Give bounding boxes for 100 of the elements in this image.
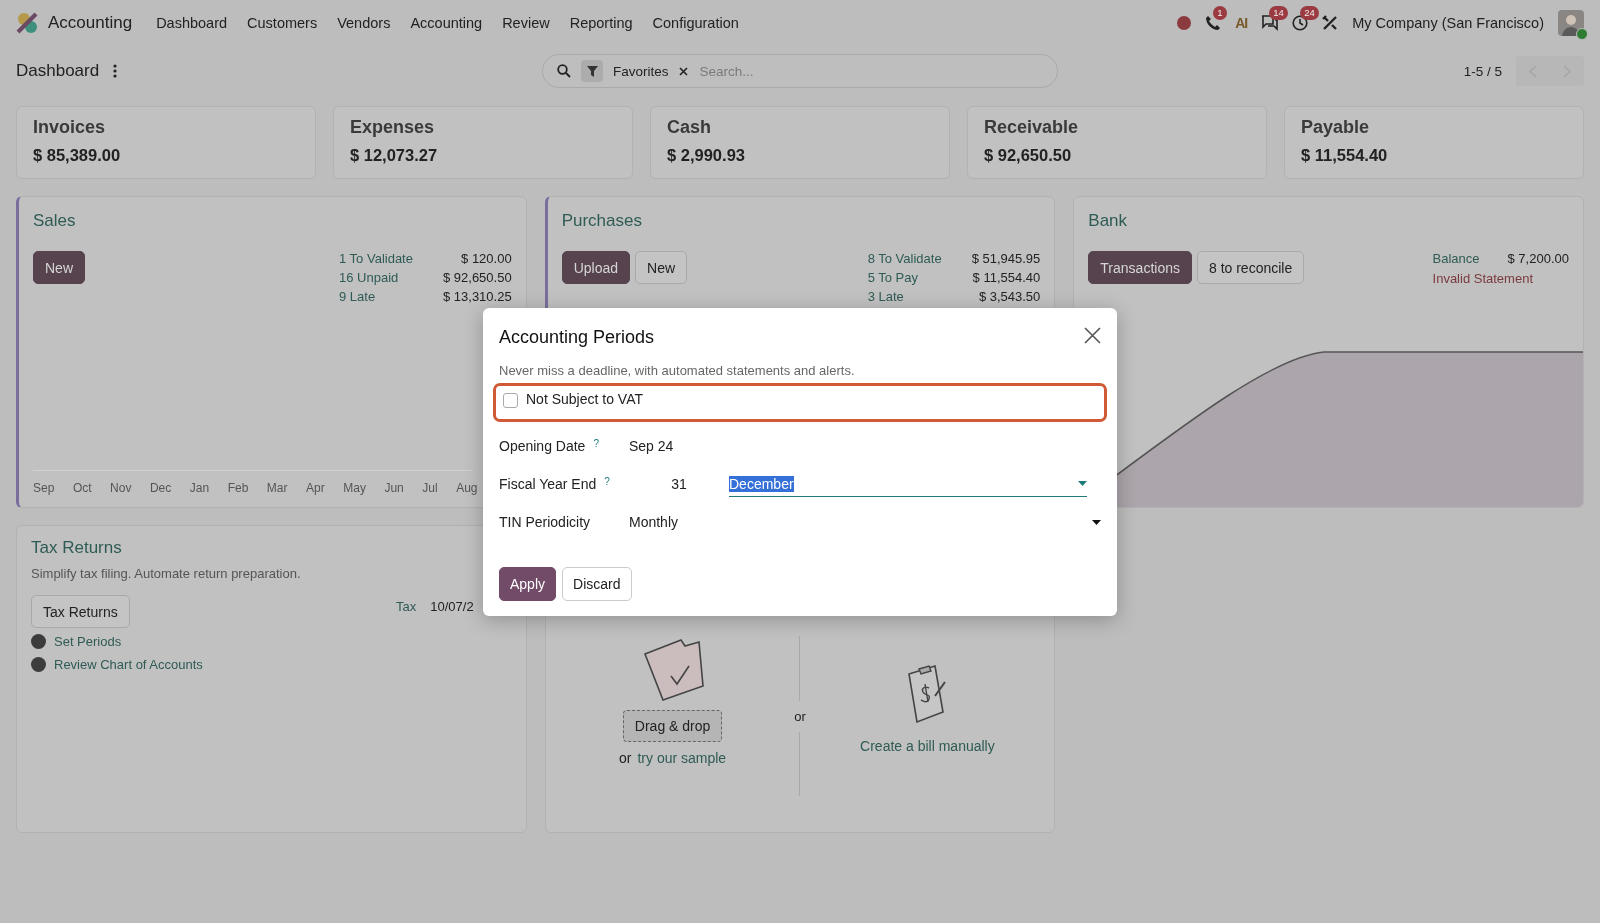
kpi-label: Payable bbox=[1301, 117, 1371, 138]
kpi-value: $ 12,073.27 bbox=[350, 146, 439, 165]
month-label: Oct bbox=[72, 481, 92, 495]
menu-item[interactable]: Dashboard bbox=[156, 15, 228, 31]
stat-link[interactable]: 9 Late bbox=[339, 289, 413, 304]
status-dot bbox=[1576, 28, 1588, 40]
kpi-label: Expenses bbox=[350, 117, 436, 138]
drag-drop-button[interactable]: Drag & drop bbox=[622, 710, 723, 742]
tax-returns-button[interactable]: Tax Returns bbox=[31, 595, 130, 628]
search-bar[interactable]: Favorites Search... bbox=[542, 54, 1058, 88]
opening-date-field[interactable]: Sep 24 bbox=[629, 438, 1101, 454]
stat-amount: $ 13,310.25 bbox=[442, 289, 512, 304]
month-label: Jan bbox=[189, 481, 210, 495]
filter-icon bbox=[586, 65, 598, 77]
kpi-card[interactable]: Payable $ 11,554.40 bbox=[1284, 106, 1584, 179]
help-tooltip[interactable]: ? bbox=[593, 438, 599, 449]
phone-icon[interactable] bbox=[1205, 15, 1222, 31]
vat-checkbox[interactable] bbox=[503, 393, 518, 408]
dialog-description: Never miss a deadline, with automated statements and alerts. bbox=[499, 363, 856, 378]
or-text: or bbox=[794, 700, 806, 732]
menu-item[interactable]: Reporting bbox=[569, 15, 633, 31]
kpi-value: $ 92,650.50 bbox=[984, 146, 1073, 165]
month-label: Aug bbox=[456, 481, 478, 495]
caret-icon bbox=[1078, 481, 1087, 486]
primary-button[interactable]: New bbox=[33, 251, 85, 284]
tax-label[interactable]: Tax bbox=[396, 599, 417, 614]
menu-item[interactable]: Accounting bbox=[410, 15, 483, 31]
stat-amount: $ 51,945.95 bbox=[971, 251, 1041, 266]
balance-link[interactable]: Balance bbox=[1432, 251, 1480, 266]
field-label: Opening Date bbox=[499, 438, 586, 454]
step-link[interactable]: Review Chart of Accounts bbox=[54, 657, 203, 672]
month-label: Jun bbox=[384, 481, 404, 495]
recording-dot-icon[interactable] bbox=[1177, 16, 1192, 30]
stat-amount: $ 120.00 bbox=[460, 251, 512, 266]
tax-date: 10/07/2 bbox=[430, 599, 474, 614]
secondary-button[interactable]: New bbox=[635, 251, 688, 284]
card-subtitle: Simplify tax filing. Automate return preparation. bbox=[31, 566, 302, 581]
clock-icon[interactable] bbox=[1292, 15, 1309, 31]
discard-button[interactable]: Discard bbox=[562, 567, 632, 601]
caret-icon bbox=[1092, 519, 1101, 525]
balance-amount: $ 7,200.00 bbox=[1507, 251, 1569, 266]
stat-link[interactable]: 1 To Validate bbox=[339, 251, 413, 266]
kpi-label: Cash bbox=[667, 117, 712, 138]
menu-item[interactable]: Configuration bbox=[652, 15, 739, 31]
month-label: Sep bbox=[33, 481, 55, 495]
journal-title[interactable]: Purchases bbox=[561, 211, 1041, 231]
month-label: May bbox=[343, 481, 366, 495]
checkbox-label[interactable]: Not Subject to VAT bbox=[526, 391, 643, 407]
warning-link[interactable]: Invalid Statement bbox=[1432, 271, 1569, 286]
kpi-value: $ 11,554.40 bbox=[1301, 146, 1389, 165]
pager-value: 1-5 / 5 bbox=[1463, 63, 1502, 79]
kpi-card[interactable]: Receivable $ 92,650.50 bbox=[967, 106, 1267, 179]
page-title: Dashboard bbox=[16, 61, 100, 81]
stat-link[interactable]: 3 Late bbox=[867, 289, 942, 304]
month-label: Apr bbox=[306, 481, 325, 495]
app-logo-icon[interactable] bbox=[16, 12, 38, 34]
company-switcher[interactable]: My Company (San Francisco) bbox=[1352, 15, 1544, 31]
app-name[interactable]: Accounting bbox=[48, 13, 133, 33]
sample-link[interactable]: try our sample bbox=[637, 750, 727, 766]
kpi-value: $ 2,990.93 bbox=[667, 146, 746, 165]
or-text: or bbox=[619, 750, 632, 766]
kpi-card[interactable]: Cash $ 2,990.93 bbox=[650, 106, 950, 179]
month-label: Mar bbox=[266, 481, 288, 495]
stat-link[interactable]: 5 To Pay bbox=[867, 270, 942, 285]
create-bill-link[interactable]: Create a bill manually bbox=[860, 738, 995, 754]
tools-icon[interactable] bbox=[1322, 15, 1339, 31]
journal-title[interactable]: Bank bbox=[1088, 211, 1569, 231]
secondary-button[interactable]: 8 to reconcile bbox=[1196, 251, 1305, 284]
kpi-card[interactable]: Invoices $ 85,389.00 bbox=[16, 106, 316, 179]
menu-item[interactable]: Customers bbox=[247, 15, 318, 31]
chat-icon[interactable] bbox=[1261, 15, 1279, 31]
stat-link[interactable]: 8 To Validate bbox=[867, 251, 942, 266]
step-dot bbox=[31, 634, 46, 649]
month-select[interactable]: December bbox=[729, 471, 1087, 497]
close-icon[interactable] bbox=[1084, 327, 1101, 344]
count-badge: 14 bbox=[1269, 6, 1288, 20]
stat-amount: $ 3,543.50 bbox=[977, 289, 1041, 304]
stat-amount: $ 92,650.50 bbox=[442, 270, 512, 285]
stat-link[interactable]: 16 Unpaid bbox=[339, 270, 413, 285]
kpi-label: Invoices bbox=[33, 117, 107, 138]
count-badge: 1 bbox=[1213, 6, 1227, 20]
day-field[interactable]: 31 bbox=[629, 476, 729, 492]
kpi-label: Receivable bbox=[984, 117, 1080, 138]
filter-facet: Favorites bbox=[613, 63, 669, 79]
primary-button[interactable]: Transactions bbox=[1088, 251, 1192, 284]
help-tooltip[interactable]: ? bbox=[604, 476, 610, 487]
kpi-card[interactable]: Expenses $ 12,073.27 bbox=[333, 106, 633, 179]
step-link[interactable]: Set Periods bbox=[54, 634, 122, 649]
primary-button[interactable]: Upload bbox=[561, 251, 631, 284]
search-field[interactable]: Search... bbox=[697, 62, 1043, 80]
menu-item[interactable]: Vendors bbox=[337, 15, 391, 31]
step-dot bbox=[31, 657, 46, 672]
search-icon[interactable] bbox=[557, 64, 571, 78]
apply-button[interactable]: Apply bbox=[499, 567, 557, 601]
journal-title[interactable]: Sales bbox=[33, 211, 512, 231]
periodicity-select[interactable]: Monthly bbox=[629, 514, 1101, 530]
menu-item[interactable]: Review bbox=[502, 15, 550, 31]
more-options-icon[interactable] bbox=[113, 64, 118, 78]
count-badge: 24 bbox=[1300, 6, 1319, 20]
close-icon[interactable] bbox=[678, 66, 688, 76]
